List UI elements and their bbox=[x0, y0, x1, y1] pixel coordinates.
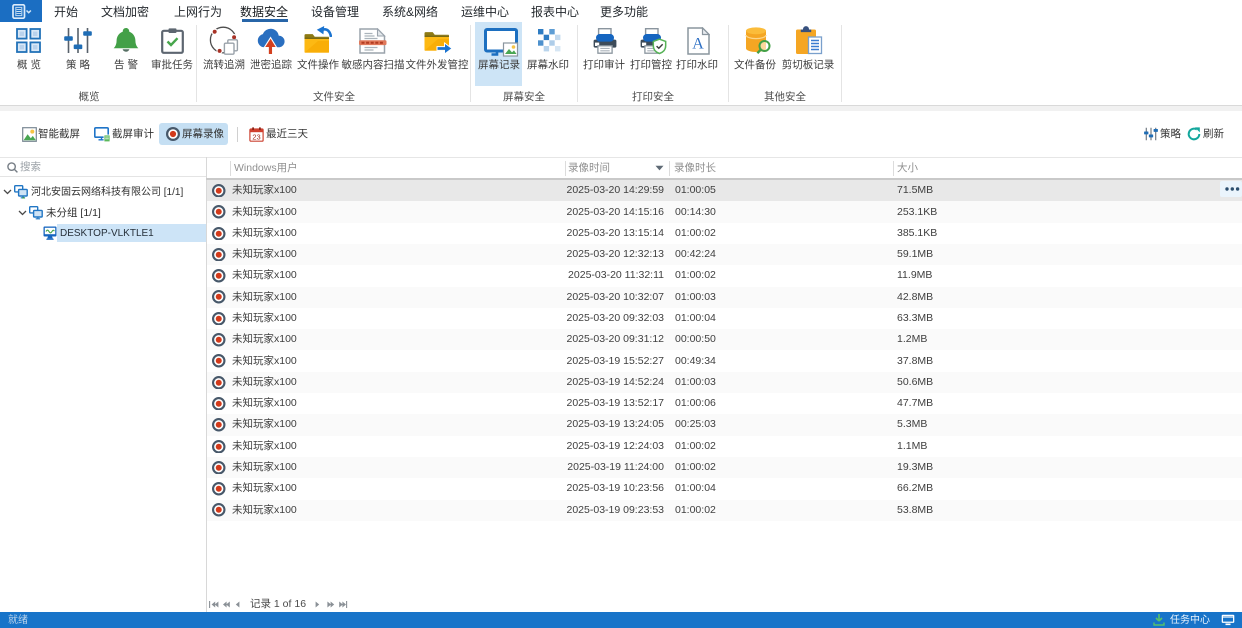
svg-text:23: 23 bbox=[252, 132, 260, 141]
svg-text:A: A bbox=[692, 36, 704, 53]
